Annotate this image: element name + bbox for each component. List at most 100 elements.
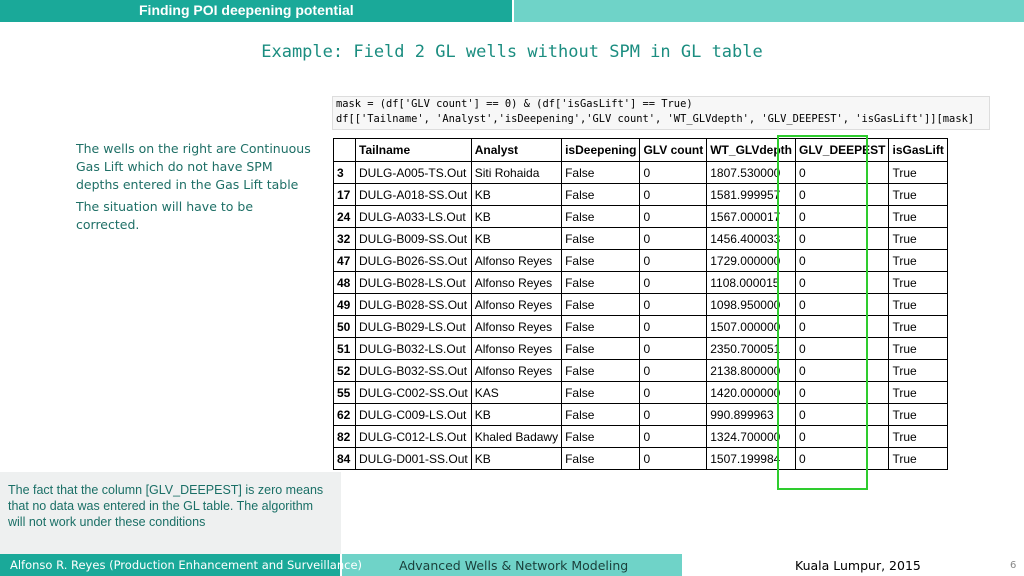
table-cell: 0 <box>795 337 890 360</box>
table-cell: 1507.199984 <box>706 447 797 470</box>
table-cell: 0 <box>639 403 708 426</box>
table-row: 49 DULG-B028-SS.Out Alfonso Reyes False 0 109… <box>333 293 948 316</box>
table-cell: False <box>561 403 641 426</box>
table-row: 51 DULG-B032-LS.Out Alfonso Reyes False 0 235… <box>333 337 948 360</box>
table-cell: KB <box>470 447 563 470</box>
table-cell: 990.899963 <box>706 403 797 426</box>
table-cell: False <box>561 447 641 470</box>
table-cell: 1567.000017 <box>706 205 797 228</box>
table-cell: DULG-D001-SS.Out <box>355 447 472 470</box>
row-index: 50 <box>333 315 356 338</box>
table-row: 17 DULG-A018-SS.Out KB False 0 1581.999957 0 Tr… <box>333 183 948 206</box>
table-cell: False <box>561 315 641 338</box>
table-cell: False <box>561 271 641 294</box>
table-cell: DULG-C009-LS.Out <box>355 403 472 426</box>
table-cell: 0 <box>795 403 890 426</box>
table-row: 62 DULG-C009-LS.Out KB False 0 990.899963 0 Tru… <box>333 403 948 426</box>
table-row: 47 DULG-B026-SS.Out Alfonso Reyes False 0 172… <box>333 249 948 272</box>
footer-location: Kuala Lumpur, 2015 <box>795 558 921 573</box>
table-row: 50 DULG-B029-LS.Out Alfonso Reyes False 0 150… <box>333 315 948 338</box>
table-cell: Alfonso Reyes <box>470 293 563 316</box>
table-cell: 0 <box>795 161 890 184</box>
table-row: 52 DULG-B032-SS.Out Alfonso Reyes False 0 213… <box>333 359 948 382</box>
table-cell: KB <box>470 205 563 228</box>
column-header: isGasLift <box>888 138 948 162</box>
table-cell: 0 <box>795 293 890 316</box>
table-cell: 1098.950000 <box>706 293 797 316</box>
table-cell: True <box>888 227 948 250</box>
top-bar: Finding POI deepening potential <box>0 0 1024 22</box>
dataframe-table: Tailname Analyst isDeepening GLV count WT_GL… <box>333 138 948 470</box>
table-cell: 0 <box>795 381 890 404</box>
table-cell: DULG-A018-SS.Out <box>355 183 472 206</box>
row-index: 3 <box>333 161 356 184</box>
top-bar-right <box>514 0 1024 22</box>
table-cell: 0 <box>795 447 890 470</box>
column-header <box>333 138 356 162</box>
table-cell: False <box>561 425 641 448</box>
table-cell: 0 <box>639 249 708 272</box>
table-cell: False <box>561 359 641 382</box>
table-header-row: Tailname Analyst isDeepening GLV count WT_GL… <box>333 138 948 162</box>
row-index: 52 <box>333 359 356 382</box>
table-cell: 1729.000000 <box>706 249 797 272</box>
row-index: 48 <box>333 271 356 294</box>
table-cell: 0 <box>795 315 890 338</box>
column-header: Tailname <box>355 138 472 162</box>
table-cell: False <box>561 249 641 272</box>
table-body: 3 DULG-A005-TS.Out Siti Rohaida False 0 1807.… <box>333 161 948 470</box>
table-cell: 0 <box>639 227 708 250</box>
footer: Alfonso R. Reyes (Production Enhancement… <box>0 554 1024 576</box>
table-cell: 2138.800000 <box>706 359 797 382</box>
page-number: 6 <box>1010 560 1017 571</box>
table-cell: DULG-C012-LS.Out <box>355 425 472 448</box>
column-header: Analyst <box>470 138 563 162</box>
table-cell: Alfonso Reyes <box>470 359 563 382</box>
code-line-2: df[['Tailname', 'Analyst','isDeepening',… <box>336 113 975 125</box>
table-cell: 1581.999957 <box>706 183 797 206</box>
table-cell: 0 <box>639 271 708 294</box>
column-header: GLV_DEEPEST <box>795 138 890 162</box>
table-cell: DULG-A005-TS.Out <box>355 161 472 184</box>
code-line-1: mask = (df['GLV count'] == 0) & (df['isG… <box>336 98 693 110</box>
table-row: 84 DULG-D001-SS.Out KB False 0 1507.199984 0 Tr… <box>333 447 948 470</box>
row-index: 51 <box>333 337 356 360</box>
table-cell: DULG-A033-LS.Out <box>355 205 472 228</box>
table-cell: DULG-B028-SS.Out <box>355 293 472 316</box>
row-index: 62 <box>333 403 356 426</box>
table-cell: Alfonso Reyes <box>470 315 563 338</box>
row-index: 55 <box>333 381 356 404</box>
table-cell: True <box>888 315 948 338</box>
table-cell: True <box>888 183 948 206</box>
table-cell: KAS <box>470 381 563 404</box>
table-cell: True <box>888 161 948 184</box>
table-cell: 0 <box>795 205 890 228</box>
footer-author: Alfonso R. Reyes (Production Enhancement… <box>10 558 363 572</box>
table-cell: 0 <box>639 359 708 382</box>
table-cell: 0 <box>639 337 708 360</box>
row-index: 84 <box>333 447 356 470</box>
table-cell: False <box>561 227 641 250</box>
table-cell: 0 <box>639 183 708 206</box>
table-cell: Siti Rohaida <box>470 161 563 184</box>
table-cell: 0 <box>795 271 890 294</box>
table-cell: False <box>561 183 641 206</box>
table-cell: False <box>561 293 641 316</box>
table-cell: False <box>561 337 641 360</box>
column-header: WT_GLVdepth <box>706 138 797 162</box>
code-cell: mask = (df['GLV count'] == 0) & (df['isG… <box>332 96 990 130</box>
table-cell: 1507.000000 <box>706 315 797 338</box>
table-cell: True <box>888 293 948 316</box>
side-paragraph-1: The wells on the right are Continuous Ga… <box>76 141 311 192</box>
table-cell: 1324.700000 <box>706 425 797 448</box>
table-cell: 1807.530000 <box>706 161 797 184</box>
slide-title: Example: Field 2 GL wells without SPM in… <box>261 42 763 62</box>
table-cell: Khaled Badawy <box>470 425 563 448</box>
table-cell: Alfonso Reyes <box>470 249 563 272</box>
table-cell: KB <box>470 403 563 426</box>
row-index: 82 <box>333 425 356 448</box>
table-row: 82 DULG-C012-LS.Out Khaled Badawy False 0 132… <box>333 425 948 448</box>
table-row: 24 DULG-A033-LS.Out KB False 0 1567.000017 0 Tr… <box>333 205 948 228</box>
table-cell: 0 <box>639 161 708 184</box>
table-cell: DULG-B026-SS.Out <box>355 249 472 272</box>
